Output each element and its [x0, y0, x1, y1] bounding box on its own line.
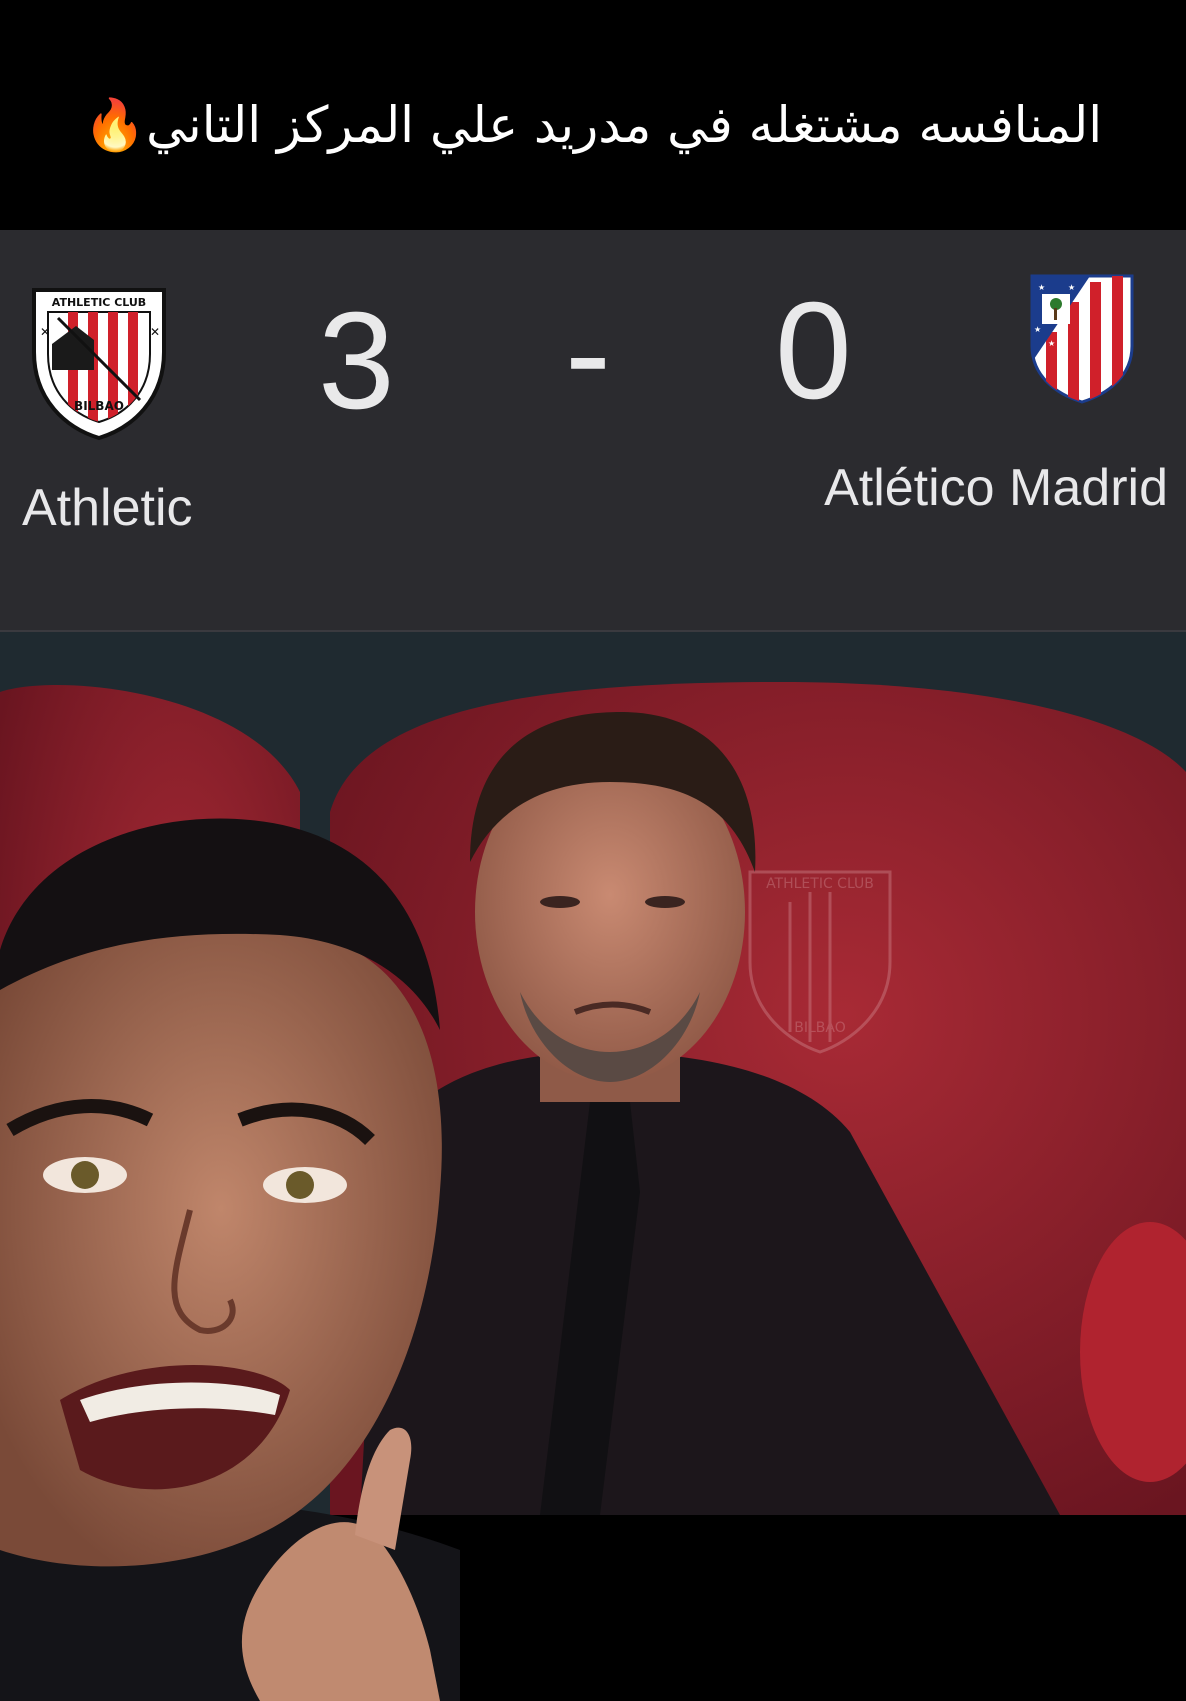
- commentator-overlay: [0, 790, 575, 1701]
- fire-emoji: 🔥: [83, 95, 147, 154]
- svg-text:✕: ✕: [40, 325, 50, 339]
- caption-text: المنافسه مشتغله في مدريد علي المركز التا…: [83, 95, 1103, 154]
- atletico-madrid-crest: ★ ★ ★ ★: [1030, 274, 1134, 404]
- score-card: ATHLETIC CLUB ✕ ✕ BILBAO ★ ★ ★ ★ 3 - 0 A…: [0, 230, 1186, 632]
- caption-banner: المنافسه مشتغله في مدريد علي المركز التا…: [0, 0, 1186, 230]
- black-panel: [560, 1515, 1186, 1701]
- home-score: 3: [318, 284, 395, 438]
- crest-top-text: ATHLETIC CLUB: [52, 296, 146, 309]
- watermark-top-text: ATHLETIC CLUB: [766, 876, 874, 892]
- svg-text:★: ★: [1038, 283, 1045, 292]
- crest-bottom-text: BILBAO: [74, 399, 124, 413]
- svg-text:★: ★: [1048, 339, 1055, 348]
- svg-text:★: ★: [1034, 325, 1041, 334]
- away-score: 0: [775, 274, 852, 428]
- score-separator: -: [565, 276, 611, 430]
- athletic-club-crest: ATHLETIC CLUB ✕ ✕ BILBAO: [32, 288, 166, 441]
- away-team-name: Atlético Madrid: [824, 459, 1168, 517]
- home-team-name: Athletic: [22, 479, 193, 537]
- svg-text:✕: ✕: [150, 325, 160, 339]
- svg-text:★: ★: [1068, 283, 1075, 292]
- watermark-bottom-text: BILBAO: [794, 1020, 846, 1036]
